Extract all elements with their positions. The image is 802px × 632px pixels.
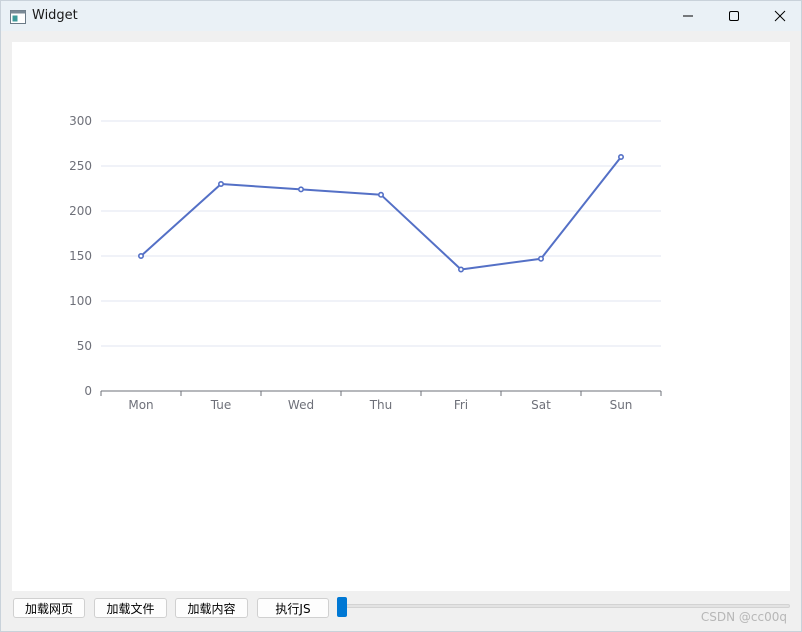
window-title: Widget bbox=[32, 8, 78, 23]
x-tick-label: Mon bbox=[128, 398, 153, 412]
data-point bbox=[297, 186, 304, 193]
minimize-icon bbox=[683, 15, 693, 17]
x-tick-label: Wed bbox=[288, 398, 314, 412]
x-tick-label: Fri bbox=[454, 398, 468, 412]
line-chart: 0 50 100 150 200 250 300 Mon Tue Wed Thu Fri Sat Sun bbox=[69, 114, 662, 412]
load-webpage-button[interactable]: 加载网页 bbox=[13, 598, 85, 618]
y-tick-label: 150 bbox=[69, 249, 92, 263]
slider-handle[interactable] bbox=[337, 597, 347, 617]
minimize-button[interactable] bbox=[665, 1, 711, 31]
data-point bbox=[617, 154, 624, 161]
app-window-icon bbox=[10, 9, 26, 24]
web-view[interactable]: 0 50 100 150 200 250 300 Mon Tue Wed Thu Fri Sat Sun bbox=[12, 42, 790, 591]
data-point bbox=[138, 253, 145, 260]
x-tick-label: Thu bbox=[369, 398, 393, 412]
load-file-button[interactable]: 加载文件 bbox=[94, 598, 167, 618]
slider-track[interactable] bbox=[346, 604, 790, 608]
x-tick-label: Sat bbox=[531, 398, 551, 412]
load-content-button[interactable]: 加载内容 bbox=[175, 598, 248, 618]
title-bar[interactable]: Widget bbox=[1, 1, 801, 31]
watermark-text: CSDN @cc00q bbox=[700, 610, 787, 624]
close-button[interactable] bbox=[757, 1, 802, 31]
data-point bbox=[218, 181, 225, 188]
close-icon bbox=[774, 10, 786, 22]
app-window: Widget 0 50 100 150 200 250 300 Mon Tue Wed Thu Fri… bbox=[0, 0, 802, 632]
data-point bbox=[537, 255, 544, 262]
execute-js-button[interactable]: 执行JS bbox=[257, 598, 329, 618]
series-line bbox=[140, 156, 622, 271]
maximize-icon bbox=[729, 11, 739, 21]
x-tick-label: Sun bbox=[610, 398, 633, 412]
y-tick-label: 50 bbox=[77, 339, 92, 353]
y-tick-label: 300 bbox=[69, 114, 92, 128]
data-point bbox=[457, 266, 464, 273]
bottom-toolbar: 加载网页 加载文件 加载内容 执行JS CSDN @cc00q bbox=[1, 593, 801, 629]
y-tick-label: 250 bbox=[69, 159, 92, 173]
x-tick-label: Tue bbox=[210, 398, 232, 412]
maximize-button[interactable] bbox=[711, 1, 757, 31]
y-tick-label: 100 bbox=[69, 294, 92, 308]
y-tick-label: 200 bbox=[69, 204, 92, 218]
y-tick-label: 0 bbox=[84, 384, 92, 398]
data-point bbox=[377, 191, 384, 198]
